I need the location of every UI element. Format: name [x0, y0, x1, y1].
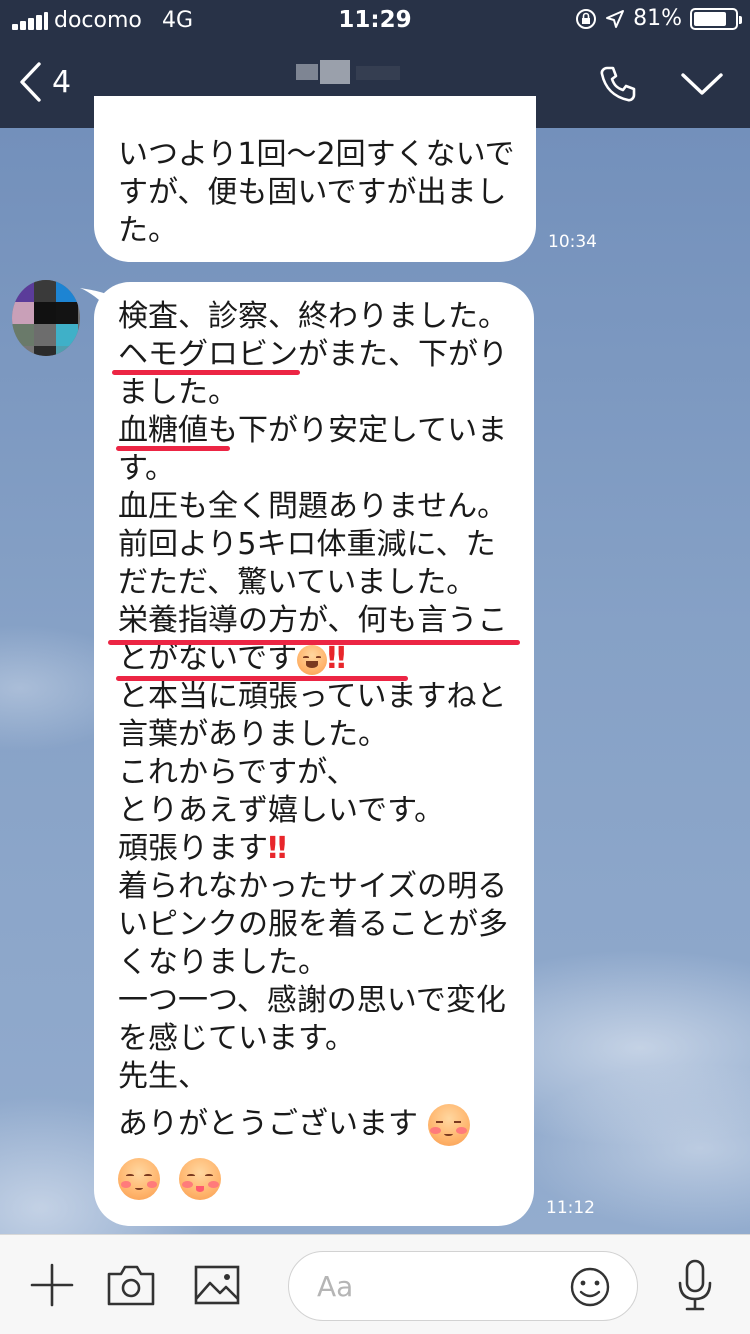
highlight-underline [108, 640, 520, 645]
message-line: 着られなかったサイズの明る [118, 869, 508, 904]
message-line-with-emoji: 頑張ります‼ [118, 830, 520, 868]
message-line: 血糖値も下がり安定していま [118, 413, 508, 448]
message-line: ヘモグロビンがまた、下がり [118, 337, 508, 372]
emoji-line [118, 1158, 520, 1200]
status-bar: docomo 4G 11:29 81% [0, 0, 750, 40]
battery-icon [690, 7, 742, 30]
message-line: 前回より5キロ体重減に、た [118, 527, 496, 562]
message-line-with-emoji: ありがとうございます [118, 1104, 520, 1146]
smiling-face-emoji [118, 1158, 160, 1200]
yummy-face-emoji [179, 1158, 222, 1200]
message-bubble-2[interactable]: 検査、診察、終わりました。 ヘモグロビンがまた、下がり ました。 血糖値も下がり… [94, 282, 534, 1226]
message-line: いつより1回〜2回すくないで [118, 137, 515, 172]
message-line: とりあえず嬉しいです。 [118, 793, 445, 828]
image-icon[interactable] [194, 1265, 240, 1305]
battery-fill [694, 11, 727, 26]
back-button[interactable]: 4 [18, 62, 71, 102]
message-line: と本当に頑張っていますねと [118, 679, 507, 714]
message-text: とがないです [118, 641, 298, 676]
message-line-with-emoji: とがないです ‼ [118, 640, 520, 678]
message-line: 先生、 [118, 1059, 208, 1094]
message-line: す。 [118, 451, 175, 486]
plus-icon[interactable] [28, 1261, 76, 1309]
message-line: 言葉がありました。 [118, 717, 388, 752]
avatar[interactable] [12, 280, 80, 356]
message-line: すが、便も固いですが出まし [118, 175, 507, 210]
message-line: を感じています。 [118, 1021, 355, 1056]
double-exclamation-icon: ‼ [268, 831, 287, 866]
status-right: 81% [575, 6, 742, 31]
highlight-underline [112, 370, 300, 375]
message-line: ました。 [118, 375, 238, 410]
message-time: 11:12 [546, 1198, 595, 1218]
phone-icon[interactable] [598, 64, 638, 104]
highlight-underline [116, 676, 408, 681]
emoji-icon[interactable] [569, 1266, 611, 1308]
double-exclamation-icon: ‼ [327, 641, 346, 676]
camera-icon[interactable] [106, 1263, 156, 1307]
message-line: た。 [118, 213, 178, 248]
chevron-left-icon [20, 62, 41, 102]
unread-count: 4 [52, 64, 72, 100]
highlight-underline [116, 446, 230, 451]
location-icon [606, 9, 625, 28]
microphone-icon[interactable] [676, 1259, 714, 1311]
chat-title-redacted [296, 60, 416, 84]
chevron-down-icon[interactable] [680, 70, 724, 98]
composer-bar: Aa [0, 1234, 750, 1334]
orientation-lock-icon [576, 8, 597, 29]
message-text: ありがとうございます [118, 1106, 418, 1142]
message-line: だただ、驚いていました。 [118, 565, 477, 600]
message-line: 血圧も全く問題ありません。 [118, 489, 508, 524]
message-line: くなりました。 [118, 945, 328, 980]
laughing-tears-emoji [297, 644, 328, 675]
message-text: 頑張ります [118, 831, 268, 866]
message-line: 一つ一つ、感謝の思いで変化 [118, 983, 506, 1018]
blushing-face-emoji [427, 1104, 470, 1146]
message-line: 検査、診察、終わりました。 [118, 299, 508, 334]
message-line: いピンクの服を着ることが多 [118, 907, 508, 942]
message-line: これからですが、 [118, 755, 357, 790]
message-input[interactable]: Aa [288, 1251, 638, 1321]
input-placeholder: Aa [317, 1270, 354, 1303]
battery-percent: 81% [633, 6, 682, 31]
message-time: 10:34 [548, 232, 597, 252]
message-bubble-1[interactable]: いつより1回〜2回すくないで すが、便も固いですが出まし た。 [94, 96, 536, 262]
message-line: 栄養指導の方が、何も言うこ [118, 603, 508, 638]
